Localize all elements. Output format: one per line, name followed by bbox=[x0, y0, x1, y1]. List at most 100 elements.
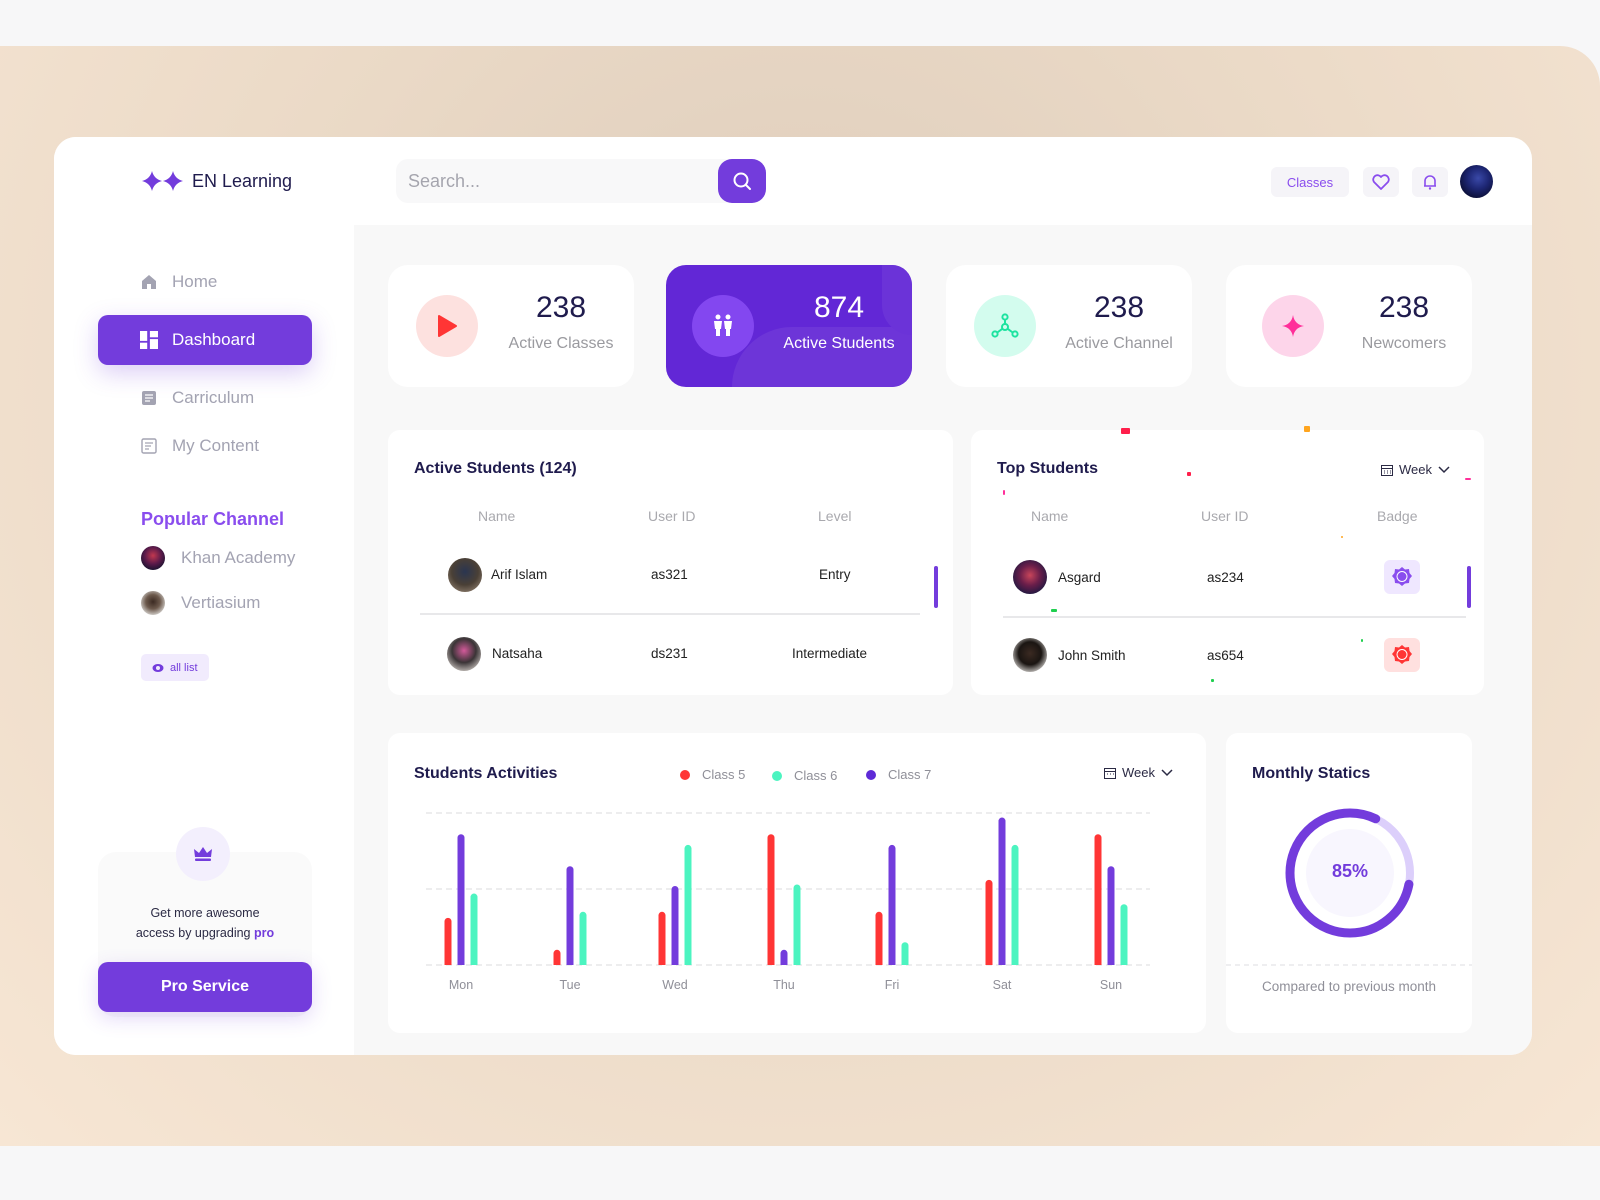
bar-base bbox=[1094, 961, 1102, 965]
student-avatar bbox=[1013, 638, 1047, 672]
bell-icon bbox=[1424, 175, 1436, 190]
channel-vertiasium[interactable]: Vertiasium bbox=[141, 591, 260, 615]
sidebar: EN Learning Home Dashboard Carriculum My… bbox=[54, 137, 354, 1055]
bar-class-7-sat[interactable] bbox=[998, 817, 1006, 965]
bar-class-6-sun[interactable] bbox=[1120, 904, 1128, 965]
promo-highlight: pro bbox=[254, 926, 275, 940]
badge-dribbble bbox=[1384, 638, 1420, 672]
nav-item-my-content[interactable]: My Content bbox=[98, 421, 312, 471]
column-header-name: Name bbox=[1031, 508, 1069, 524]
nav-item-dashboard[interactable]: Dashboard bbox=[98, 315, 312, 365]
student-user-id: ds231 bbox=[651, 646, 688, 661]
search-icon bbox=[733, 172, 751, 190]
top-students-period-dropdown[interactable]: Week bbox=[1381, 462, 1450, 477]
student-avatar bbox=[1013, 560, 1047, 594]
bar-class-5-sat[interactable] bbox=[985, 879, 993, 965]
x-tick-label: Wed bbox=[662, 978, 688, 992]
promo-line-1: Get more awesome bbox=[150, 906, 260, 920]
classes-button[interactable]: Classes bbox=[1271, 167, 1349, 197]
bar-base bbox=[1120, 961, 1128, 965]
column-header-user-id: User ID bbox=[1201, 508, 1249, 524]
bar-class-6-wed[interactable] bbox=[684, 844, 692, 965]
logo[interactable]: EN Learning bbox=[142, 170, 292, 192]
confetti bbox=[1187, 472, 1191, 476]
x-tick-label: Thu bbox=[773, 978, 795, 992]
stat-icon-circle bbox=[692, 295, 754, 357]
bar-class-5-sun[interactable] bbox=[1094, 834, 1102, 965]
active-students-card: Active Students (124) Name User ID Level… bbox=[388, 430, 953, 695]
user-avatar[interactable] bbox=[1460, 165, 1493, 198]
column-header-name: Name bbox=[478, 508, 516, 524]
stat-card-newcomers[interactable]: 238 Newcomers bbox=[1226, 265, 1472, 387]
stat-card-active-channel[interactable]: 238 Active Channel bbox=[946, 265, 1192, 387]
bar-base bbox=[444, 961, 452, 965]
confetti bbox=[1121, 428, 1130, 434]
bar-class-7-tue[interactable] bbox=[566, 866, 574, 965]
bar-class-7-mon[interactable] bbox=[457, 834, 465, 965]
row-divider bbox=[420, 613, 920, 615]
channel-avatar bbox=[141, 546, 165, 570]
bar-class-5-thu[interactable] bbox=[767, 834, 775, 965]
all-list-button[interactable]: all list bbox=[141, 654, 209, 681]
nav-item-home[interactable]: Home bbox=[98, 257, 312, 307]
content-icon bbox=[140, 437, 158, 455]
bar-class-7-sun[interactable] bbox=[1107, 866, 1115, 965]
student-name: Asgard bbox=[1058, 570, 1101, 585]
nav-label: Home bbox=[172, 272, 218, 291]
search-box bbox=[396, 159, 736, 203]
nav-label: Dashboard bbox=[172, 330, 256, 349]
bar-class-5-mon[interactable] bbox=[444, 917, 452, 965]
confetti bbox=[1465, 478, 1471, 480]
curriculum-icon bbox=[140, 389, 158, 407]
notifications-button[interactable] bbox=[1412, 167, 1448, 197]
students-activities-card: Students Activities Class 5 Class 6 Clas… bbox=[388, 733, 1206, 1033]
bar-class-6-tue[interactable] bbox=[579, 911, 587, 965]
search-input[interactable] bbox=[408, 159, 708, 203]
bar-class-6-sat[interactable] bbox=[1011, 844, 1019, 965]
bar-class-6-mon[interactable] bbox=[470, 893, 478, 965]
monthly-statics-card: Monthly Statics 85% Compared to previous… bbox=[1226, 733, 1472, 1033]
heart-icon bbox=[1372, 174, 1390, 190]
column-header-badge: Badge bbox=[1377, 508, 1418, 524]
activity-bar-chart: Mon Tue Wed Thu Fri Sat Sun bbox=[426, 812, 1150, 992]
channel-khan-academy[interactable]: Khan Academy bbox=[141, 546, 295, 570]
stat-label: Active Channel bbox=[1065, 335, 1173, 352]
stat-value: 238 bbox=[1378, 291, 1430, 324]
bar-class-7-wed[interactable] bbox=[671, 885, 679, 965]
favorites-button[interactable] bbox=[1363, 167, 1399, 197]
stat-card-active-classes[interactable]: 238 Active Classes bbox=[388, 265, 634, 387]
stat-label: Newcomers bbox=[1361, 335, 1447, 352]
column-header-user-id: User ID bbox=[648, 508, 696, 524]
pro-service-button[interactable]: Pro Service bbox=[98, 962, 312, 1012]
monthly-title: Monthly Statics bbox=[1252, 765, 1371, 782]
stat-card-active-students[interactable]: 874 Active Students bbox=[666, 265, 912, 387]
search-button[interactable] bbox=[718, 159, 766, 203]
bar-base bbox=[1107, 961, 1115, 965]
nav-label: My Content bbox=[172, 436, 259, 455]
bar-class-7-fri[interactable] bbox=[888, 844, 896, 965]
dribbble-badge-icon bbox=[1392, 645, 1412, 664]
scrollbar-thumb[interactable] bbox=[1467, 566, 1471, 608]
sparkle-logo-icon bbox=[142, 171, 183, 191]
eye-icon bbox=[152, 663, 164, 672]
bar-class-5-wed[interactable] bbox=[658, 911, 666, 965]
bar-class-5-fri[interactable] bbox=[875, 911, 883, 965]
bar-base bbox=[579, 961, 587, 965]
student-level: Entry bbox=[819, 567, 851, 582]
x-tick-label: Fri bbox=[885, 978, 900, 992]
nav-item-curriculum[interactable]: Carriculum bbox=[98, 373, 312, 423]
nav-label: Carriculum bbox=[172, 388, 255, 407]
scrollbar-thumb[interactable] bbox=[934, 566, 938, 608]
app-window: EN Learning Home Dashboard Carriculum My… bbox=[54, 137, 1532, 1055]
top-students-title: Top Students bbox=[997, 460, 1099, 477]
behance-badge-icon bbox=[1392, 567, 1412, 586]
stat-label: Active Classes bbox=[508, 335, 614, 352]
channel-label: Vertiasium bbox=[181, 593, 261, 612]
badge-behance bbox=[1384, 560, 1420, 594]
student-user-id: as234 bbox=[1207, 570, 1244, 585]
student-level: Intermediate bbox=[792, 646, 868, 661]
popular-channel-title: Popular Channel bbox=[141, 509, 285, 529]
bar-base bbox=[1011, 961, 1019, 965]
bar-class-6-thu[interactable] bbox=[793, 884, 801, 965]
bar-base bbox=[875, 961, 883, 965]
